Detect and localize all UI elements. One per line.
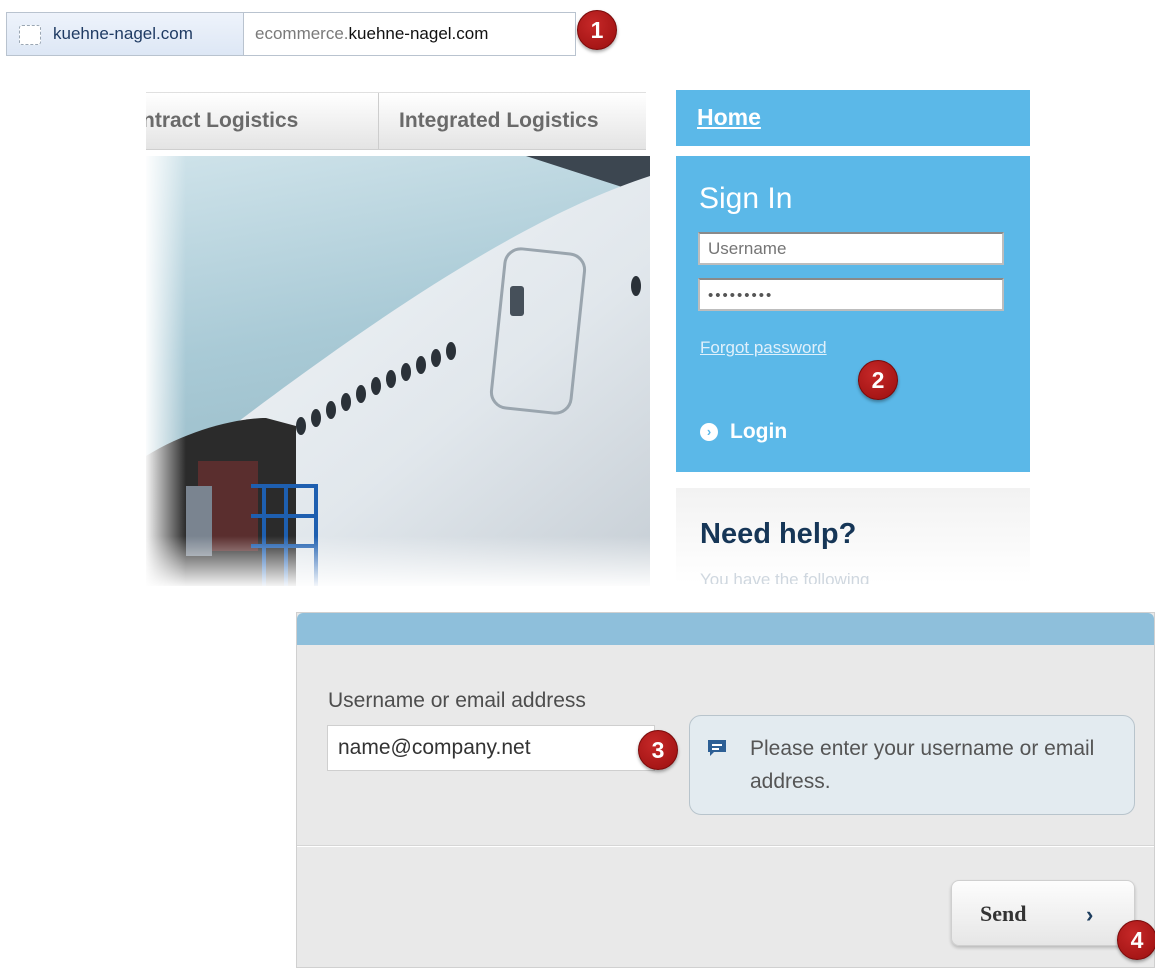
forgot-password-link[interactable]: Forgot password: [700, 338, 827, 358]
form-header-bar: [297, 613, 1154, 645]
signin-panel: Sign In ••••••••• Forgot password › Login: [676, 156, 1030, 472]
signin-title: Sign In: [699, 182, 793, 215]
login-label: Login: [730, 420, 788, 443]
tooltip-text: Please enter your username or email addr…: [750, 737, 1095, 793]
form-divider: [297, 845, 1154, 847]
url-text[interactable]: ecommerce.kuehne-nagel.com: [255, 24, 488, 44]
chevron-right-icon: ›: [1086, 902, 1094, 927]
password-reset-form: Username or email address Please enter y…: [296, 612, 1155, 968]
home-link[interactable]: Home: [697, 104, 761, 131]
speech-bubble-icon: [708, 740, 726, 756]
hero-airplane-image: [146, 156, 650, 586]
url-domain: kuehne-nagel.com: [348, 24, 489, 43]
username-email-label: Username or email address: [328, 689, 586, 712]
send-button[interactable]: Send ›: [951, 880, 1135, 946]
main-navigation: ntract Logistics Integrated Logistics: [146, 92, 646, 150]
site-identity-label: kuehne-nagel.com: [53, 24, 193, 43]
airplane-illustration: [146, 156, 650, 586]
password-input[interactable]: •••••••••: [698, 278, 1004, 311]
nav-tab-contract-logistics[interactable]: ntract Logistics: [146, 93, 298, 149]
validation-tooltip: Please enter your username or email addr…: [689, 715, 1135, 815]
login-button[interactable]: › Login: [700, 420, 787, 444]
callout-badge-4: 4: [1117, 920, 1155, 960]
send-label: Send: [980, 901, 1027, 926]
help-box: Need help? You have the following: [676, 488, 1030, 584]
username-input[interactable]: [698, 232, 1004, 265]
help-title: Need help?: [700, 518, 857, 550]
username-email-input[interactable]: [327, 725, 655, 771]
site-identity-button[interactable]: kuehne-nagel.com: [7, 13, 244, 55]
callout-badge-1: 1: [577, 10, 617, 50]
chevron-right-icon: ›: [700, 423, 718, 441]
callout-badge-2: 2: [858, 360, 898, 400]
site-page-icon: [19, 25, 41, 45]
nav-tab-integrated-logistics[interactable]: Integrated Logistics: [378, 93, 639, 149]
url-subdomain: ecommerce.: [255, 24, 349, 43]
home-bar: Home: [676, 90, 1030, 146]
browser-address-bar[interactable]: kuehne-nagel.com ecommerce.kuehne-nagel.…: [6, 12, 576, 56]
help-subtitle: You have the following: [700, 570, 870, 584]
callout-badge-3: 3: [638, 730, 678, 770]
